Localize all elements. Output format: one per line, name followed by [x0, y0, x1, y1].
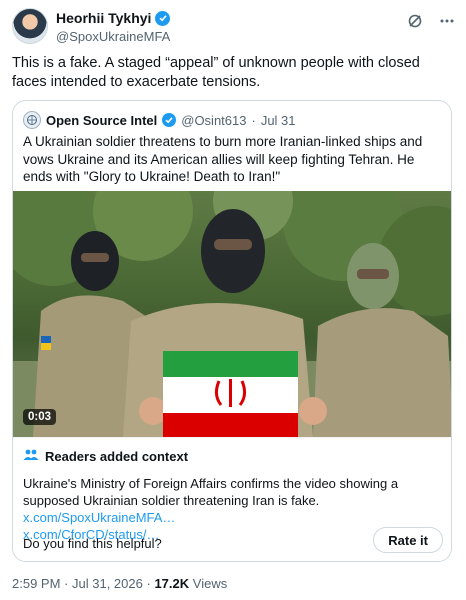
meta-separator: ·	[64, 576, 69, 591]
header-actions	[406, 12, 456, 30]
author-name-row: Heorhii Tykhyi	[56, 10, 171, 26]
video-timestamp: 0:03	[23, 409, 57, 425]
quoted-verified-icon	[162, 113, 177, 127]
tweet-meta: 2:59 PM · Jul 31, 2026 · 17.2K Views	[12, 576, 227, 591]
context-title: Readers added context	[45, 449, 189, 464]
iran-flag	[163, 351, 298, 437]
people-icon	[23, 448, 39, 465]
rate-it-button[interactable]: Rate it	[373, 527, 443, 553]
community-notes: Readers added context Ukraine's Ministry…	[13, 437, 451, 561]
author-block: Heorhii Tykhyi @SpoxUkraineMFA	[56, 10, 171, 44]
video-player[interactable]: 0:03	[13, 191, 451, 437]
author-handle[interactable]: @SpoxUkraineMFA	[56, 29, 170, 44]
context-link-1[interactable]: x.com/SpoxUkraineMFA…	[23, 510, 175, 525]
grok-icon[interactable]	[406, 12, 424, 30]
tweet-header: Heorhii Tykhyi @SpoxUkraineMFA	[12, 8, 456, 48]
views-label: Views	[192, 576, 228, 591]
quoted-text: A Ukrainian soldier threatens to burn mo…	[23, 134, 423, 184]
quoted-author-name: Open Source Intel	[46, 112, 158, 128]
tweet-time[interactable]: 2:59 PM	[12, 576, 60, 591]
quoted-date: Jul 31	[260, 112, 296, 128]
context-header: Readers added context	[23, 448, 188, 465]
more-options-icon[interactable]	[438, 12, 456, 30]
author-name[interactable]: Heorhii Tykhyi	[56, 10, 151, 26]
quoted-separator: ·	[251, 112, 256, 128]
view-count: 17.2K	[154, 576, 190, 591]
meta-separator-2: ·	[146, 576, 151, 591]
quoted-tweet[interactable]: Open Source Intel @Osint613 · Jul 31 A U…	[12, 100, 452, 562]
video-frame-image	[13, 191, 451, 437]
tweet-date[interactable]: Jul 31, 2026	[72, 576, 143, 591]
avatar[interactable]	[12, 8, 48, 44]
quoted-author-handle: @Osint613	[181, 112, 247, 128]
quoted-header: Open Source Intel @Osint613 · Jul 31	[23, 111, 296, 129]
helpful-question: Do you find this helpful?	[23, 536, 162, 551]
quoted-avatar	[23, 111, 41, 129]
context-text: Ukraine's Ministry of Foreign Affairs co…	[23, 476, 399, 508]
tweet-text: This is a fake. A staged “appeal” of unk…	[12, 55, 420, 90]
verified-badge-icon	[155, 10, 171, 26]
